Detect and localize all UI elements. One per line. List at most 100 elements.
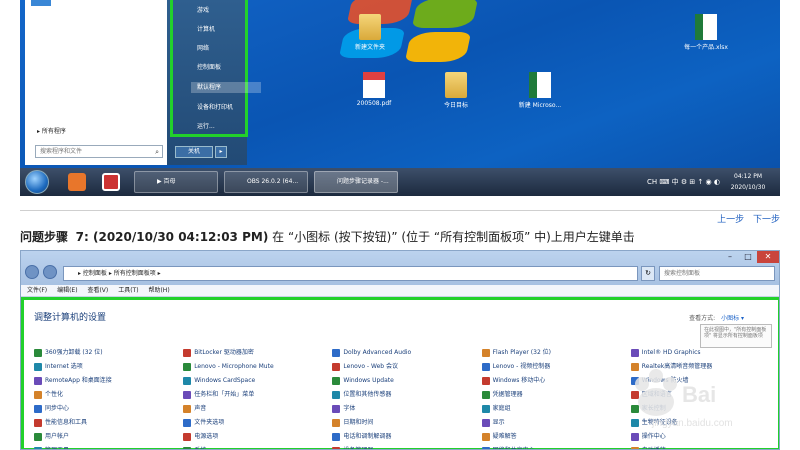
menu-tools[interactable]: 工具(T) [118,287,138,294]
control-panel-item[interactable]: 日期和时间 [332,418,475,428]
page-title: 调整计算机的设置 [34,313,107,323]
taskbar-button-label: ▶ 百母 [157,178,176,185]
control-panel-item-icon [34,432,42,441]
control-panel-item[interactable]: Lenovo - Microphone Mute [183,362,326,372]
control-panel-item[interactable]: Windows Update [332,376,475,386]
taskbar-button-step-recorder[interactable]: 问题步骤记录器 -... [314,171,398,193]
control-panel-item-label: Windows Update [343,377,394,384]
menu-edit[interactable]: 编辑(E) [57,287,77,294]
control-panel-item[interactable]: 管理工具 [34,446,177,449]
all-programs-item[interactable]: ▸ 所有程序 [37,126,66,135]
control-panel-item[interactable]: Dolby Advanced Audio [332,348,475,358]
control-panel-item[interactable]: 个性化 [34,390,177,400]
control-panel-item[interactable]: 电话和调制解调器 [332,432,475,442]
control-panel-item[interactable]: 家庭组 [481,404,625,414]
pinned-app-icon[interactable] [31,0,51,6]
control-panel-item[interactable]: 疑难解答 [481,432,625,442]
control-panel-item[interactable]: 区域和语言 [630,390,774,400]
prev-step-link[interactable]: 上一步 [717,215,744,225]
next-step-link[interactable]: 下一步 [753,215,780,225]
refresh-icon[interactable]: ↻ [641,266,655,281]
control-panel-item[interactable]: 字体 [332,404,475,414]
desktop-icon-folder[interactable]: 今日目标 [426,72,486,109]
control-panel-item[interactable]: Windows 移动中心 [481,376,625,386]
taskbar-button-browser[interactable]: ▶ 百母 [134,171,218,193]
minimize-icon[interactable]: – [721,251,739,263]
control-panel-item[interactable]: Windows 防火墙 [630,376,774,386]
desktop-icon-excel[interactable]: 每一个产品.xlsx [676,14,736,51]
control-panel-item[interactable]: 360强力卸载 (32 位) [34,348,177,358]
control-panel-item[interactable]: 用户帐户 [34,432,177,442]
control-panel-item[interactable]: 性能信息和工具 [34,418,177,428]
start-item-games[interactable]: 游戏 [197,5,209,14]
start-item-network[interactable]: 网络 [197,43,209,52]
control-panel-item-label: 360强力卸载 (32 位) [45,349,103,356]
control-panel-item[interactable]: 自动播放 [630,446,774,449]
control-panel-item[interactable]: 家长控制 [630,404,774,414]
control-panel-item-icon [183,404,192,413]
control-panel-item[interactable]: 文件夹选项 [183,418,326,428]
control-panel-item[interactable]: 生物特征设备 [630,418,774,428]
start-orb-button[interactable] [25,170,49,194]
menu-file[interactable]: 文件(F) [27,287,47,294]
control-panel-screenshot: – □ ✕ ▸ 控制面板 ▸ 所有控制面板项 ▸ ↻ 搜索控制面板 文件(F) … [20,250,780,450]
control-panel-item[interactable]: Realtek高清晰音频管理器 [630,362,774,372]
control-panel-item[interactable]: Windows CardSpace [183,376,326,386]
control-panel-item[interactable]: RemoteApp 和桌面连接 [34,376,177,386]
close-icon[interactable]: ✕ [757,251,779,263]
taskbar-clock[interactable]: 04:12 PM 2020/10/30 [724,171,772,193]
control-panel-item-icon [332,362,341,371]
desktop-icon-pdf[interactable]: 200508.pdf [344,72,404,107]
desktop-icon-excel[interactable]: 新建 Microso... [510,72,570,109]
address-bar[interactable]: ▸ 控制面板 ▸ 所有控制面板项 ▸ [63,266,638,281]
control-panel-item[interactable]: Internet 选项 [34,362,177,372]
start-item-run[interactable]: 运行... [197,121,215,130]
control-panel-item[interactable]: 声音 [183,404,326,414]
control-panel-item-icon [332,446,341,449]
control-panel-item[interactable]: 网络和共享中心 [481,446,625,449]
start-search-input[interactable]: 搜索程序和文件 ⌕ [35,145,163,158]
desktop-icon-label: 200508.pdf [356,100,392,107]
control-panel-item[interactable]: Intel® HD Graphics [630,348,774,358]
control-panel-item[interactable]: Lenovo - Web 会议 [332,362,475,372]
control-panel-item-icon [630,376,639,385]
control-panel-item[interactable]: 操作中心 [630,432,774,442]
control-panel-item[interactable]: 任务栏和「开始」菜单 [183,390,326,400]
start-item-devices-printers[interactable]: 设备和打印机 [197,102,233,111]
control-panel-item[interactable]: 设备管理器 [332,446,475,449]
control-panel-item[interactable]: 系统 [183,446,326,449]
control-panel-item[interactable]: Flash Player (32 位) [481,348,625,358]
start-item-computer[interactable]: 计算机 [197,24,215,33]
view-by-dropdown[interactable]: 小图标 ▾ [721,315,744,322]
taskbar-button-obs[interactable]: OBS 26.0.2 (64... [224,171,308,193]
desktop-icon-label: 今日目标 [443,102,468,109]
menu-help[interactable]: 帮助(H) [148,287,169,294]
control-panel-item-icon [630,348,639,357]
control-panel-item[interactable]: BitLocker 驱动器加密 [183,348,326,358]
control-panel-item[interactable]: 凭据管理器 [481,390,625,400]
control-panel-item-label: 文件夹选项 [194,419,225,426]
shutdown-button[interactable]: 关机 [175,146,213,158]
control-panel-item[interactable]: 显示 [481,418,625,428]
control-panel-item[interactable]: 位置和其他传感器 [332,390,475,400]
forward-icon[interactable] [43,265,57,279]
control-panel-content: 调整计算机的设置 查看方式: 小图标 ▾ 在此视图中，"所有控制面板项" 将显示… [21,297,779,449]
desktop-icon-label: 新建文件夹 [354,44,385,51]
firefox-icon[interactable] [68,173,86,191]
app-icon[interactable] [102,173,120,191]
shutdown-options-button[interactable]: ▸ [215,146,227,158]
control-panel-item[interactable]: Lenovo - 视频控制器 [481,362,625,372]
start-item-control-panel[interactable]: 控制面板 [197,62,221,71]
back-icon[interactable] [25,265,39,279]
system-tray[interactable]: CH ⌨ 中 ⚙ ⊞ ↑ ◉ ◐ [647,177,720,187]
control-panel-search-input[interactable]: 搜索控制面板 [659,266,775,281]
control-panel-item[interactable]: 同步中心 [34,404,177,414]
start-item-default-programs[interactable]: 默认程序 [191,82,261,93]
view-by-label: 查看方式: [689,315,716,322]
control-panel-item-icon [34,376,42,385]
desktop-icon-folder[interactable]: 新建文件夹 [340,14,400,51]
maximize-icon[interactable]: □ [739,251,757,263]
menu-view[interactable]: 查看(V) [87,287,108,294]
control-panel-item[interactable]: 电源选项 [183,432,326,442]
control-panel-item-icon [332,390,341,399]
